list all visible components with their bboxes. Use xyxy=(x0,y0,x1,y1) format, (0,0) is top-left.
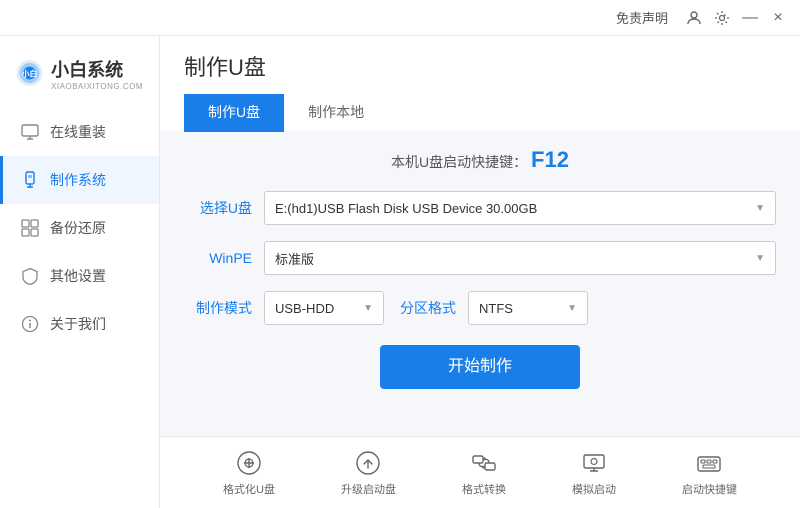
make-mode-arrow-icon: ▼ xyxy=(363,303,373,314)
info-icon xyxy=(20,314,40,334)
close-button[interactable]: × xyxy=(764,4,792,32)
toolbar-format-convert[interactable]: 格式转换 xyxy=(450,443,518,503)
toolbar-format-convert-label: 格式转换 xyxy=(462,481,506,497)
shortcut-hint: 本机U盘启动快捷键： F12 xyxy=(184,147,776,173)
tab-make-usb[interactable]: 制作U盘 xyxy=(184,94,284,132)
simulate-boot-icon xyxy=(580,449,608,477)
toolbar-format-usb[interactable]: 格式化U盘 xyxy=(211,443,287,503)
make-mode-dropdown[interactable]: USB-HDD ▼ xyxy=(264,291,384,325)
toolbar-simulate-boot[interactable]: 模拟启动 xyxy=(560,443,628,503)
settings-icon[interactable] xyxy=(708,4,736,32)
sidebar-label-about-us: 关于我们 xyxy=(50,314,106,334)
partition-dropdown[interactable]: NTFS ▼ xyxy=(468,291,588,325)
sidebar-label-make-system: 制作系统 xyxy=(50,170,106,190)
tabs: 制作U盘 制作本地 xyxy=(184,94,776,131)
tab-make-local[interactable]: 制作本地 xyxy=(284,94,388,132)
grid-icon xyxy=(20,218,40,238)
sidebar-label-online-reinstall: 在线重装 xyxy=(50,122,106,142)
toolbar-boot-shortcut-label: 启动快捷键 xyxy=(682,481,737,497)
usb-select-row: 选择U盘 E:(hd1)USB Flash Disk USB Device 30… xyxy=(184,191,776,225)
partition-arrow-icon: ▼ xyxy=(567,303,577,314)
sidebar-label-other-settings: 其他设置 xyxy=(50,266,106,286)
sidebar-item-other-settings[interactable]: 其他设置 xyxy=(0,252,159,300)
disclaimer-link[interactable]: 免责声明 xyxy=(616,8,668,27)
svg-text:小白: 小白 xyxy=(22,69,38,79)
toolbar-upgrade-boot[interactable]: 升级启动盘 xyxy=(329,443,408,503)
winpe-dropdown[interactable]: 标准版 ▼ xyxy=(264,241,776,275)
monitor-icon xyxy=(20,122,40,142)
partition-value: NTFS xyxy=(479,301,513,316)
toolbar-boot-shortcut[interactable]: 启动快捷键 xyxy=(670,443,749,503)
title-bar: 免责声明 — × xyxy=(0,0,800,36)
sidebar-item-backup-restore[interactable]: 备份还原 xyxy=(0,204,159,252)
user-icon[interactable] xyxy=(680,4,708,32)
toolbar-upgrade-boot-label: 升级启动盘 xyxy=(341,481,396,497)
logo-area: 小白 小白系统 XIAOBAIXITONG.COM xyxy=(0,46,159,108)
shortcut-prefix: 本机U盘启动快捷键： xyxy=(391,154,527,170)
sidebar-item-about-us[interactable]: 关于我们 xyxy=(0,300,159,348)
sidebar-item-make-system[interactable]: 制作系统 xyxy=(0,156,159,204)
usb-select-label: 选择U盘 xyxy=(184,198,252,218)
make-mode-label: 制作模式 xyxy=(184,298,252,318)
logo-text: 小白系统 XIAOBAIXITONG.COM xyxy=(51,56,143,91)
make-mode-value: USB-HDD xyxy=(275,301,334,316)
partition-label: 分区格式 xyxy=(396,298,456,318)
toolbar-simulate-boot-label: 模拟启动 xyxy=(572,481,616,497)
usb-select-value: E:(hd1)USB Flash Disk USB Device 30.00GB xyxy=(275,201,537,216)
toolbar-format-usb-label: 格式化U盘 xyxy=(223,481,275,497)
active-bar xyxy=(0,156,3,204)
shield-icon xyxy=(20,266,40,286)
winpe-row: WinPE 标准版 ▼ xyxy=(184,241,776,275)
logo-subtitle: XIAOBAIXITONG.COM xyxy=(51,82,143,91)
winpe-label: WinPE xyxy=(184,250,252,266)
usb-select-arrow-icon: ▼ xyxy=(755,203,765,214)
make-mode-row: 制作模式 USB-HDD ▼ 分区格式 NTFS ▼ xyxy=(184,291,776,325)
usb-select-dropdown[interactable]: E:(hd1)USB Flash Disk USB Device 30.00GB… xyxy=(264,191,776,225)
page-title: 制作U盘 xyxy=(184,50,776,82)
sidebar: 小白 小白系统 XIAOBAIXITONG.COM 在线重装 制作系统 xyxy=(0,36,160,508)
format-convert-icon xyxy=(470,449,498,477)
start-button[interactable]: 开始制作 xyxy=(380,345,580,389)
sidebar-label-backup-restore: 备份还原 xyxy=(50,218,106,238)
format-usb-icon xyxy=(235,449,263,477)
content-body: 本机U盘启动快捷键： F12 选择U盘 E:(hd1)USB Flash Dis… xyxy=(160,131,800,436)
minimize-button[interactable]: — xyxy=(736,4,764,32)
main-layout: 小白 小白系统 XIAOBAIXITONG.COM 在线重装 制作系统 xyxy=(0,36,800,508)
sidebar-item-online-reinstall[interactable]: 在线重装 xyxy=(0,108,159,156)
logo-icon: 小白 xyxy=(16,54,43,92)
usb-icon xyxy=(20,170,40,190)
upgrade-boot-icon xyxy=(354,449,382,477)
boot-shortcut-icon xyxy=(695,449,723,477)
content-header: 制作U盘 制作U盘 制作本地 xyxy=(160,36,800,131)
logo-title: 小白系统 xyxy=(51,56,143,82)
bottom-toolbar: 格式化U盘 升级启动盘 格式转换 模拟启动 xyxy=(160,436,800,508)
shortcut-key: F12 xyxy=(531,147,569,172)
content-area: 制作U盘 制作U盘 制作本地 本机U盘启动快捷键： F12 选择U盘 E:(hd… xyxy=(160,36,800,508)
winpe-arrow-icon: ▼ xyxy=(755,253,765,264)
winpe-value: 标准版 xyxy=(275,249,314,268)
